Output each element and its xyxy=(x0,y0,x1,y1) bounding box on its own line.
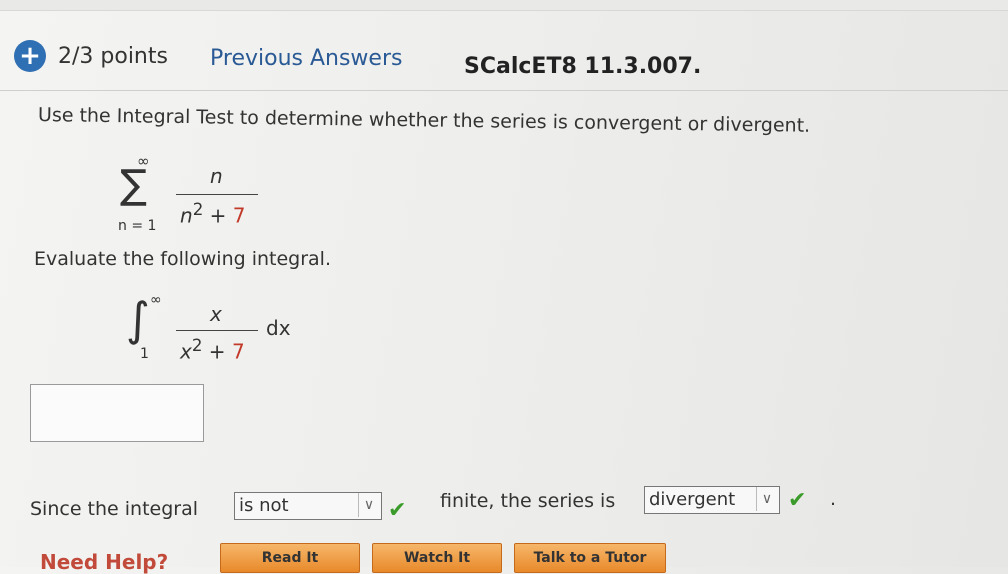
series-den-exp: 2 xyxy=(192,200,204,219)
integral-denominator: x2 + 7 xyxy=(180,336,245,364)
evaluate-text: Evaluate the following integral. xyxy=(34,248,332,270)
points-score: 2/3 points xyxy=(58,44,168,69)
read-it-button[interactable]: Read It xyxy=(220,543,360,573)
sum-upper-limit: ∞ xyxy=(137,152,150,170)
finite-text: finite, the series is xyxy=(440,490,616,512)
integral-numerator: x xyxy=(210,302,222,326)
finite-select[interactable]: is not ∨ xyxy=(234,492,382,520)
checkmark-icon: ✔ xyxy=(788,488,807,513)
integral-den-plus: + xyxy=(202,339,232,364)
since-text: Since the integral xyxy=(30,498,199,520)
integral-dx: dx xyxy=(266,316,291,340)
integral-den-base: x xyxy=(180,339,192,364)
series-den-const: 7 xyxy=(232,203,246,228)
finite-select-value: is not xyxy=(239,495,289,516)
question-text: Use the Integral Test to determine wheth… xyxy=(37,104,811,137)
series-numerator: n xyxy=(210,164,223,188)
expand-plus-icon[interactable]: + xyxy=(14,40,46,72)
chevron-down-icon[interactable]: ∨ xyxy=(358,493,379,517)
top-strip xyxy=(0,0,1008,11)
integral-den-exp: 2 xyxy=(191,336,203,355)
need-help-label: Need Help? xyxy=(40,550,169,574)
series-fraction-bar xyxy=(176,194,258,195)
series-den-base: n xyxy=(180,203,193,228)
integral-answer-input[interactable] xyxy=(30,384,204,442)
sum-lower-limit: n = 1 xyxy=(118,218,157,234)
integral-upper-limit: ∞ xyxy=(150,292,162,308)
integral-fraction-bar xyxy=(176,330,258,331)
convergence-select[interactable]: divergent ∨ xyxy=(644,486,780,514)
integral-den-const: 7 xyxy=(231,339,245,364)
previous-answers-link[interactable]: Previous Answers xyxy=(210,46,402,71)
integral-symbol: ∫ xyxy=(126,292,150,346)
series-denominator: n2 + 7 xyxy=(180,200,246,228)
watch-it-button[interactable]: Watch It xyxy=(372,543,502,573)
series-den-plus: + xyxy=(203,203,233,228)
integral-lower-limit: 1 xyxy=(140,346,149,362)
convergence-select-value: divergent xyxy=(649,489,736,510)
chevron-down-icon[interactable]: ∨ xyxy=(756,487,777,511)
talk-to-tutor-button[interactable]: Talk to a Tutor xyxy=(514,543,666,573)
sentence-period: . xyxy=(830,488,837,510)
problem-code: SCalcET8 11.3.007. xyxy=(464,54,702,79)
checkmark-icon: ✔ xyxy=(388,498,407,523)
